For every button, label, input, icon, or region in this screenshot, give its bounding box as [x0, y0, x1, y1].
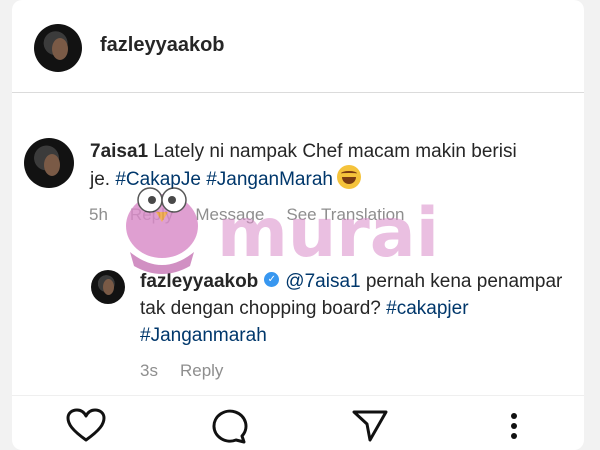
comment-button[interactable] — [208, 408, 248, 444]
heart-icon — [66, 408, 106, 442]
murai-watermark-logo: murai — [126, 187, 439, 274]
comment-bubble-icon — [212, 409, 248, 444]
action-bar — [12, 395, 584, 450]
mention-link[interactable]: @7aisa1 — [285, 271, 360, 292]
commenter-avatar[interactable] — [24, 138, 74, 188]
post-card: fazleyyaakob 7aisa1 Lately ni nampak Che… — [12, 0, 584, 450]
bird-mascot-icon — [126, 187, 198, 274]
avatar-face — [44, 154, 60, 176]
post-header: fazleyyaakob — [12, 0, 584, 93]
verified-badge-icon: ✓ — [264, 272, 280, 288]
more-vertical-icon — [511, 413, 517, 439]
hashtag-link[interactable]: #JanganMarah — [206, 169, 333, 190]
more-options-button[interactable] — [494, 408, 534, 444]
author-avatar[interactable] — [34, 24, 82, 72]
message-button[interactable]: Message — [195, 205, 264, 225]
like-button[interactable] — [66, 408, 106, 444]
avatar-face — [52, 38, 68, 60]
comment-username[interactable]: 7aisa1 — [90, 141, 148, 162]
share-button[interactable] — [350, 408, 390, 444]
laughing-crying-emoji-icon — [336, 165, 361, 189]
comment-meta: 5h Reply Message See Translation — [89, 205, 405, 225]
reply-time: 3s — [140, 361, 158, 380]
hashtag-link[interactable]: #CakapJe — [115, 169, 201, 190]
author-username[interactable]: fazleyyaakob — [100, 34, 225, 57]
comment-time: 5h — [89, 205, 108, 224]
comment-text: 7aisa1 Lately ni nampak Chef macam makin… — [90, 138, 530, 193]
see-translation-button[interactable]: See Translation — [286, 205, 404, 225]
send-paper-plane-icon — [352, 410, 388, 442]
reply-username[interactable]: fazleyyaakob — [140, 271, 258, 292]
reply-text: fazleyyaakob ✓ @7aisa1 pernah kena penampa… — [140, 268, 570, 349]
hashtag-link[interactable]: #Janganmarah — [140, 325, 267, 346]
reply-button[interactable]: Reply — [130, 205, 173, 225]
avatar-face — [103, 279, 114, 295]
hashtag-link[interactable]: #cakapjer — [386, 298, 468, 319]
reply-reply-button[interactable]: Reply — [180, 361, 223, 381]
reply-author-avatar[interactable] — [91, 270, 125, 304]
reply-meta: 3s Reply — [140, 361, 223, 381]
